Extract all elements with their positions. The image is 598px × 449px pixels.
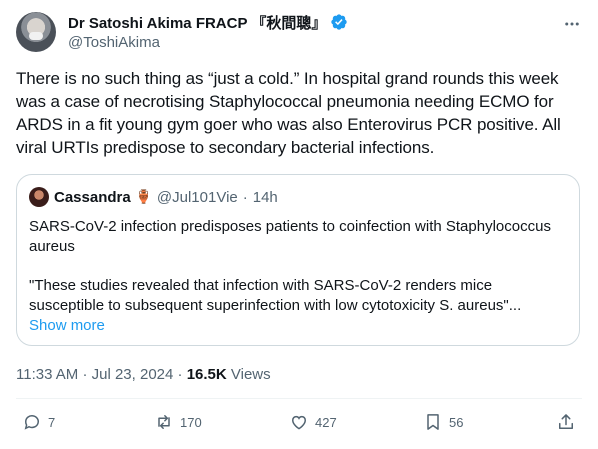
repost-icon [158, 415, 170, 429]
author-avatar[interactable] [16, 12, 56, 52]
post-time[interactable]: 11:33 AM [16, 366, 78, 383]
like-icon [291, 415, 307, 430]
reply-icon [24, 415, 39, 430]
views-count: 16.5K [186, 366, 227, 383]
divider [16, 398, 582, 399]
share-icon [559, 414, 573, 429]
verified-badge-icon [331, 14, 348, 30]
quoted-time: 14h [252, 188, 278, 206]
post-text: There is no such thing as “just a cold.”… [16, 69, 561, 157]
more-icon[interactable] [562, 14, 582, 34]
quoted-author-emoji: 🏺 [135, 189, 152, 204]
reply-count: 7 [48, 414, 56, 430]
quoted-post-excerpt: "These studies revealed that infection w… [29, 277, 522, 314]
post-meta: 11:33 AM · Jul 23, 2024 · 16.5K Views [16, 366, 271, 383]
quoted-post[interactable]: Cassandra 🏺 @Jul101Vie · 14h SARS-CoV-2 … [16, 174, 580, 346]
like-count: 427 [315, 414, 337, 430]
tweet-header: Dr Satoshi Akima FRACP 『秋間聰』 @ToshiAkima [16, 12, 582, 56]
reply-button[interactable]: 7 [22, 412, 55, 432]
like-button[interactable]: 427 [289, 412, 337, 432]
meta-separator: · [82, 366, 88, 383]
repost-count: 170 [180, 414, 202, 430]
quoted-post-header: Cassandra 🏺 @Jul101Vie · 14h [29, 187, 278, 207]
show-more-link[interactable]: Show more [29, 317, 105, 334]
action-bar: 7 170 427 56 [16, 410, 582, 440]
post-date[interactable]: Jul 23, 2024 [92, 366, 174, 383]
bookmark-count: 56 [449, 414, 464, 430]
bookmark-button[interactable]: 56 [423, 412, 463, 432]
meta-separator: · [177, 366, 183, 383]
quoted-separator: · [242, 188, 248, 206]
author-handle[interactable]: @ToshiAkima [68, 34, 160, 51]
repost-button[interactable]: 170 [154, 412, 202, 432]
author-name-row: Dr Satoshi Akima FRACP 『秋間聰』 [68, 12, 348, 32]
quoted-author-avatar [29, 187, 49, 207]
quoted-author-handle: @Jul101Vie [156, 188, 238, 206]
quoted-post-text: SARS-CoV-2 infection predisposes patient… [29, 218, 551, 255]
views-label: Views [230, 366, 271, 383]
quoted-author-name: Cassandra [54, 188, 131, 206]
bookmark-icon [427, 414, 439, 430]
author-display-name[interactable]: Dr Satoshi Akima FRACP 『秋間聰』 [68, 12, 326, 33]
share-button[interactable] [556, 412, 576, 432]
